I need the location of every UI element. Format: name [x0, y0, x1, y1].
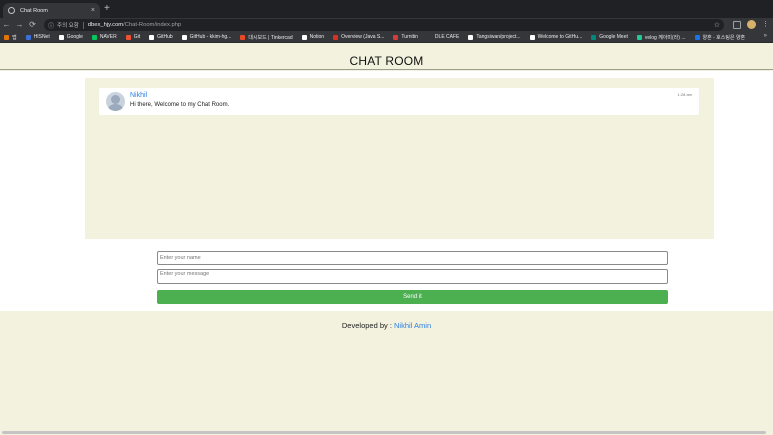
profile-avatar[interactable] — [747, 20, 756, 29]
bookmark-item[interactable]: DLE CAFE — [426, 34, 460, 40]
bookmark-label: NAVER — [99, 34, 117, 40]
bookmark-label: velog 께아미(라) ... — [644, 34, 686, 41]
send-button[interactable]: Send it — [157, 290, 668, 304]
bookmarks-overflow-button[interactable]: » — [764, 33, 767, 39]
chat-box[interactable]: Nikhil Hi there, Welcome to my Chat Room… — [85, 78, 714, 239]
bookmark-favicon-icon — [25, 34, 31, 40]
message-input[interactable] — [157, 269, 668, 284]
bookmark-star-icon[interactable]: ☆ — [714, 21, 720, 29]
bookmark-favicon-icon — [301, 34, 307, 40]
bookmark-item[interactable]: Overview (Java S... — [333, 34, 384, 40]
bookmark-favicon-icon — [636, 34, 642, 40]
bookmark-favicon-icon — [240, 34, 246, 40]
bookmark-item[interactable]: 앱 — [4, 34, 17, 41]
bookmark-label: 양혼 - 호스팅은 양혼 — [702, 34, 746, 41]
chat-form: Send it — [157, 251, 668, 304]
tab-title: Chat Room — [20, 7, 48, 14]
name-input[interactable] — [157, 251, 668, 265]
message-time: 1:28 am — [677, 92, 692, 97]
horizontal-scrollbar[interactable] — [2, 431, 766, 434]
browser-tab-bar: Chat Room × + — [0, 0, 773, 18]
bookmark-label: Tangsiwan/project... — [476, 34, 521, 40]
browser-tab[interactable]: Chat Room × — [3, 3, 100, 18]
bookmark-label: DLE CAFE — [434, 34, 460, 40]
url-path: /Chat-Room/index.php — [123, 22, 182, 28]
back-button[interactable]: ← — [0, 18, 13, 32]
bookmark-label: 대시보드 | Tinkercad — [248, 34, 293, 41]
bookmarks-bar: 앱 HISNet Google NAVER Git GitHub GitHub - kkim… — [0, 32, 773, 43]
bookmark-item[interactable]: Google Meet — [591, 34, 628, 40]
bookmark-favicon-icon — [393, 34, 399, 40]
bookmark-label: Notion — [309, 34, 325, 40]
bookmark-label: Google Meet — [599, 34, 628, 40]
bookmark-item[interactable]: velog 께아미(라) ... — [636, 34, 686, 41]
bookmark-favicon-icon — [591, 34, 597, 40]
extension-icon[interactable] — [733, 20, 741, 29]
bookmark-item[interactable]: Google — [58, 34, 83, 40]
page: CHAT ROOM Nikhil Hi there, Welcome to my… — [0, 43, 773, 435]
bookmark-item[interactable]: NAVER — [91, 34, 117, 40]
user-avatar-icon — [106, 92, 125, 111]
bookmark-favicon-icon — [333, 34, 339, 40]
bookmark-label: Git — [133, 34, 141, 40]
footer-prefix: Developed by : — [341, 321, 395, 330]
page-title: CHAT ROOM — [349, 53, 424, 68]
author-link[interactable]: Nikhil Amin — [394, 321, 431, 330]
chat-message: Nikhil Hi there, Welcome to my Chat Room… — [99, 88, 699, 115]
message-text: Hi there, Welcome to my Chat Room. — [130, 102, 230, 108]
globe-icon — [8, 7, 15, 14]
bookmark-label: Google — [66, 34, 83, 40]
bookmark-favicon-icon — [426, 34, 432, 40]
url-host: dbex_hjy.com — [87, 22, 124, 28]
address-bar[interactable]: ⓘ 주의 요함 dbex_hjy.com/Chat-Room/index.php… — [44, 19, 724, 31]
omnibox-divider — [82, 21, 84, 29]
menu-icon[interactable]: ⋮ — [762, 21, 769, 29]
toolbar-actions: ⋮ — [733, 20, 769, 29]
bookmark-item[interactable]: HISNet — [25, 34, 50, 40]
bookmark-item[interactable]: 양혼 - 호스팅은 양혼 — [694, 34, 746, 41]
bookmark-favicon-icon — [529, 34, 535, 40]
bookmark-label: HISNet — [33, 34, 50, 40]
bookmark-favicon-icon — [58, 34, 64, 40]
security-label: 주의 요함 — [57, 23, 79, 29]
page-header: CHAT ROOM — [0, 43, 773, 70]
forward-button[interactable]: → — [13, 18, 26, 32]
footer: Developed by : Nikhil Amin — [0, 321, 773, 330]
bookmark-item[interactable]: Git — [125, 34, 141, 40]
bookmark-favicon-icon — [181, 34, 187, 40]
bookmark-favicon-icon — [4, 34, 9, 40]
bookmark-item[interactable]: Tangsiwan/project... — [468, 34, 521, 40]
bookmark-label: GitHub — [157, 34, 173, 40]
bookmark-favicon-icon — [694, 34, 700, 40]
bookmark-item[interactable]: Welcome to GitHu... — [529, 34, 583, 40]
info-icon[interactable]: ⓘ — [48, 21, 54, 30]
message-sender: Nikhil — [130, 92, 148, 99]
new-tab-button[interactable]: + — [104, 4, 110, 14]
bookmark-favicon-icon — [91, 34, 97, 40]
bookmark-label: 앱 — [12, 34, 17, 41]
bookmark-favicon-icon — [149, 34, 155, 40]
browser-toolbar: ← → ⟳ ⓘ 주의 요함 dbex_hjy.com/Chat-Room/ind… — [0, 18, 773, 32]
bookmark-item[interactable]: GitHub - kkim-hg... — [181, 34, 232, 40]
bookmark-label: Overview (Java S... — [341, 34, 385, 40]
bookmark-favicon-icon — [468, 34, 474, 40]
reload-button[interactable]: ⟳ — [26, 18, 39, 32]
bookmark-label: GitHub - kkim-hg... — [189, 34, 232, 40]
bookmark-label: Turnitin — [401, 34, 418, 40]
close-icon[interactable]: × — [91, 7, 95, 14]
bookmark-item[interactable]: Turnitin — [393, 34, 418, 40]
bookmark-item[interactable]: Notion — [301, 34, 325, 40]
bookmark-label: Welcome to GitHu... — [537, 34, 583, 40]
bookmark-item[interactable]: GitHub — [149, 34, 173, 40]
bookmark-item[interactable]: 대시보드 | Tinkercad — [240, 34, 293, 41]
bookmark-favicon-icon — [125, 34, 131, 40]
